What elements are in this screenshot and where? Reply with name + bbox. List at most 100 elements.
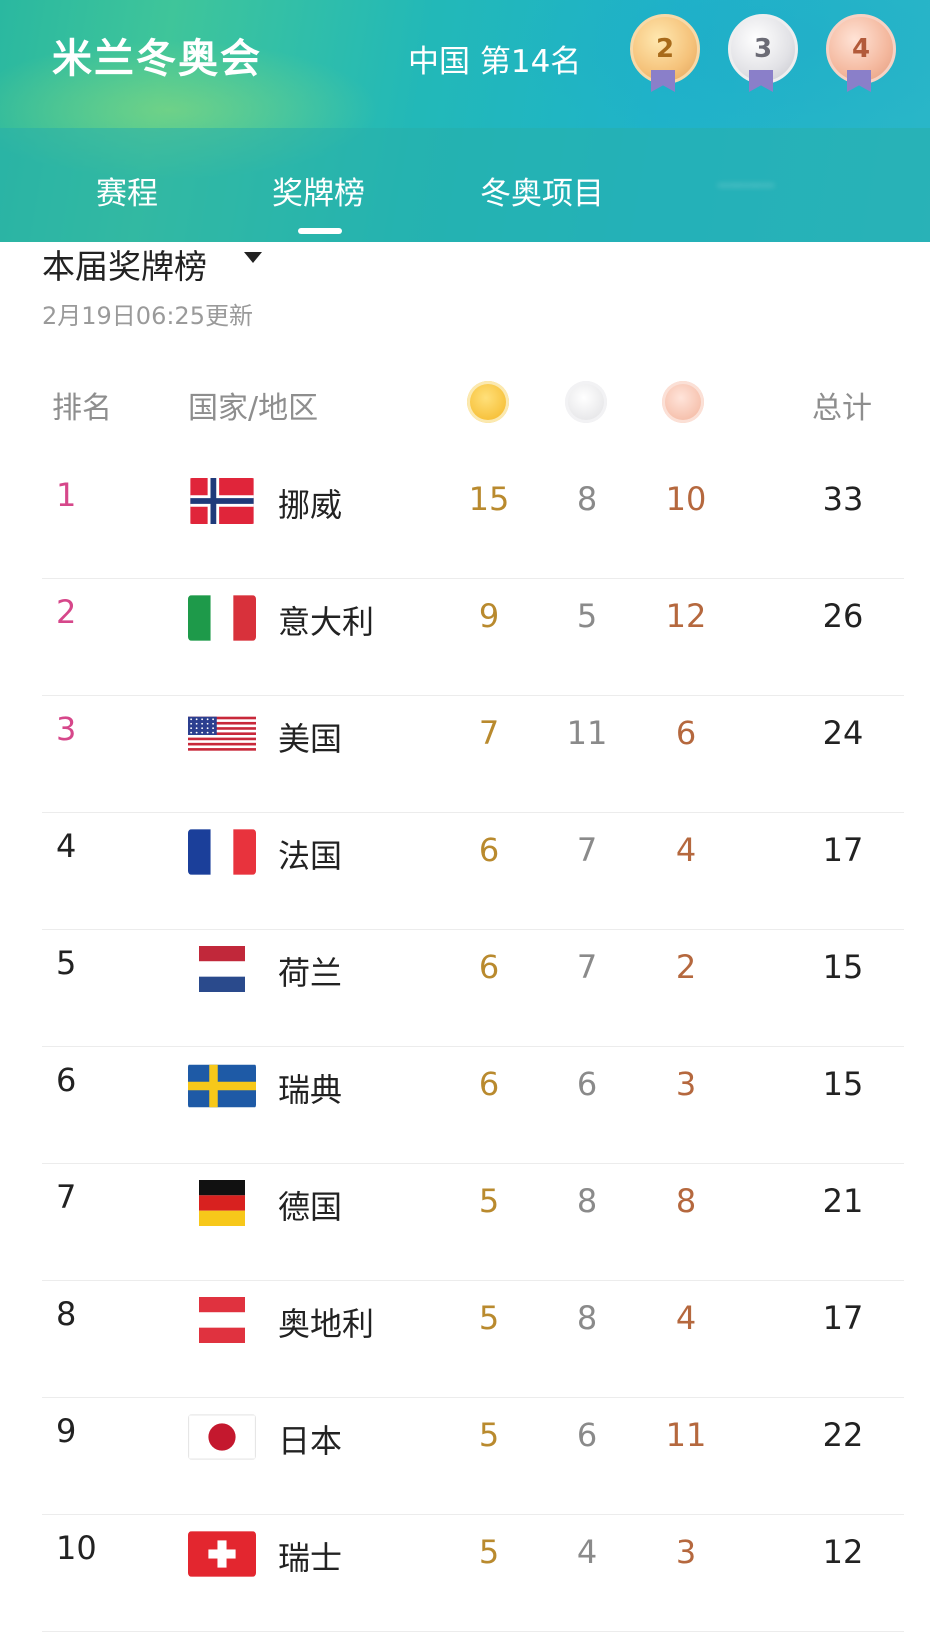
rank-number: 2 [56,593,77,631]
table-row[interactable]: 6 瑞典 6 6 3 15 [0,1041,930,1164]
bronze-count: 12 [665,597,707,635]
bronze-medal-count-badge[interactable]: 4 [826,14,896,92]
silver-count: 6 [576,1416,598,1454]
gold-count: 5 [478,1533,500,1571]
austria-flag [188,1297,256,1343]
page-title: 米兰冬奥会 [52,36,262,82]
country-name: 德国 [278,1188,343,1226]
germany-flag [188,1180,256,1226]
update-timestamp: 2月19日06:25更新 [42,302,253,330]
medal-ribbon-icon [651,70,675,92]
rank-number: 9 [56,1412,77,1450]
country-name: 奥地利 [278,1305,375,1343]
bronze-count: 3 [675,1065,697,1103]
gold-count: 9 [478,597,500,635]
silver-count: 5 [576,597,598,635]
china-rank-label[interactable]: 中国 第14名 [408,36,581,81]
table-row[interactable]: 10 瑞士 5 4 3 12 [0,1509,930,1632]
gold-count: 5 [478,1416,500,1454]
silver-count: 7 [576,948,598,986]
tab-schedule[interactable]: 赛程 [96,168,158,213]
bronze-count: 11 [665,1416,707,1454]
total-count: 15 [822,948,864,986]
total-count: 33 [822,480,864,518]
bronze-count: 6 [675,714,697,752]
bronze-medal-column-icon [662,381,704,423]
gold-count: 6 [478,831,500,869]
rank-number: 10 [56,1529,97,1567]
france-flag [188,829,256,875]
table-row[interactable]: 7 德国 5 8 8 21 [0,1158,930,1281]
country-name: 美国 [278,720,343,758]
rank-number: 8 [56,1295,77,1333]
rank-number: 6 [56,1061,77,1099]
usa-flag [188,712,256,758]
table-row[interactable]: 5 荷兰 6 7 2 15 [0,924,930,1047]
bronze-count: 3 [675,1533,697,1571]
table-row[interactable]: 1 挪威 15 8 10 33 [0,456,930,579]
column-header-country: 国家/地区 [188,391,319,426]
silver-count: 7 [576,831,598,869]
tab-overflow-hint: ─── [718,168,774,204]
column-header-rank: 排名 [52,391,112,426]
gold-count: 7 [478,714,500,752]
tab-bar: 赛程 奖牌榜 冬奥项目 ─── [0,128,930,242]
total-count: 12 [822,1533,864,1571]
bronze-count: 4 [675,1299,697,1337]
silver-medal-count-badge[interactable]: 3 [728,14,798,92]
italy-flag [188,595,256,641]
dropdown-arrow-icon[interactable] [244,252,262,263]
gold-count: 15 [468,480,510,518]
medal-ribbon-icon [749,70,773,92]
gold-count: 5 [478,1182,500,1220]
country-name: 法国 [278,837,343,875]
rank-number: 4 [56,827,77,865]
active-tab-indicator [298,228,342,234]
total-count: 26 [822,597,864,635]
bronze-count: 10 [665,480,707,518]
total-count: 17 [822,1299,864,1337]
total-count: 17 [822,831,864,869]
bronze-count: 8 [675,1182,697,1220]
total-count: 15 [822,1065,864,1103]
total-count: 24 [822,714,864,752]
norway-flag [188,478,256,524]
silver-medal-column-icon [565,381,607,423]
japan-flag [188,1414,256,1460]
total-count: 22 [822,1416,864,1454]
country-name: 日本 [278,1422,343,1460]
country-name: 荷兰 [278,954,343,992]
app-header: 米兰冬奥会 中国 第14名 2 3 4 赛程 奖牌榜 冬奥项目 ─── [0,0,930,242]
sweden-flag [188,1063,256,1109]
gold-medal-column-icon [467,381,509,423]
silver-count: 6 [576,1065,598,1103]
medal-board-title[interactable]: 本届奖牌榜 [42,240,207,288]
table-row[interactable]: 9 日本 5 6 11 22 [0,1392,930,1515]
bronze-count: 4 [675,831,697,869]
table-row[interactable]: 3 美国 7 11 6 24 [0,690,930,813]
silver-count: 8 [576,1182,598,1220]
tab-medal-table[interactable]: 奖牌榜 [272,168,365,213]
switzerland-flag [188,1531,256,1577]
rank-number: 7 [56,1178,77,1216]
bronze-count: 2 [675,948,697,986]
medal-ribbon-icon [847,70,871,92]
table-row[interactable]: 4 法国 6 7 4 17 [0,807,930,930]
country-name: 挪威 [278,486,343,524]
table-row[interactable]: 8 奥地利 5 8 4 17 [0,1275,930,1398]
gold-count: 5 [478,1299,500,1337]
silver-count: 11 [566,714,608,752]
country-name: 瑞典 [278,1071,343,1109]
silver-count: 8 [576,480,598,518]
table-row[interactable]: 2 意大利 9 5 12 26 [0,573,930,696]
gold-count: 6 [478,1065,500,1103]
gold-medal-count-badge[interactable]: 2 [630,14,700,92]
column-header-total: 总计 [812,391,872,426]
country-name: 意大利 [278,603,375,641]
rank-number: 1 [56,476,77,514]
country-name: 瑞士 [278,1539,343,1577]
netherlands-flag [188,946,256,992]
tab-events[interactable]: 冬奥项目 [480,168,604,213]
gold-count: 6 [478,948,500,986]
silver-count: 8 [576,1299,598,1337]
